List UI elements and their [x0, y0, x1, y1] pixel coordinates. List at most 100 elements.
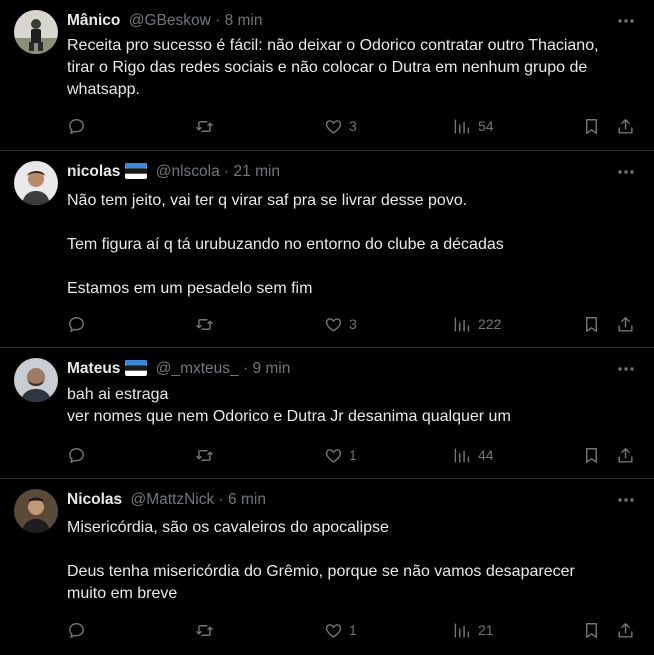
retweet-button[interactable]	[195, 114, 214, 138]
retweet-icon	[196, 120, 213, 132]
avatar[interactable]	[14, 161, 58, 205]
avatar[interactable]	[14, 358, 58, 402]
tweet-actions: 1 44	[60, 443, 642, 467]
timestamp[interactable]: 21 min	[234, 163, 281, 180]
tweet-line: tirar o Rigo das redes sociais e não col…	[67, 59, 588, 76]
tweet[interactable]: Nicolas @MattzNick · 6 min Misericórdia,…	[0, 479, 654, 655]
heart-icon	[325, 119, 342, 134]
views-button[interactable]: 54	[453, 114, 494, 138]
like-count: 3	[349, 316, 357, 332]
display-name[interactable]: Mânico	[67, 12, 120, 29]
tweet-text: Misericórdia, são os cavaleiros do apoca…	[67, 517, 640, 605]
bookmark-icon	[586, 447, 597, 463]
separator-dot: ·	[218, 491, 224, 508]
reply-icon	[69, 447, 84, 463]
tweet-line: Tem figura aí q tá urubuzando no entorno…	[67, 236, 504, 253]
views-button[interactable]: 222	[453, 312, 501, 336]
share-button[interactable]	[616, 312, 635, 336]
bookmark-button[interactable]	[582, 443, 601, 467]
bookmark-button[interactable]	[582, 312, 601, 336]
heart-icon	[325, 317, 342, 332]
tweet-line: Receita pro sucesso é fácil: não deixar …	[67, 37, 599, 54]
more-icon[interactable]	[616, 162, 636, 182]
reply-button[interactable]	[67, 312, 86, 336]
timestamp[interactable]: 6 min	[228, 491, 266, 508]
display-name[interactable]: nicolas	[67, 163, 120, 180]
view-count: 44	[478, 447, 494, 463]
flag-icon	[125, 163, 148, 185]
share-button[interactable]	[616, 443, 635, 467]
share-button[interactable]	[616, 114, 635, 138]
tweet-feed: Mânico @GBeskow · 8 min Receita pro suce…	[0, 0, 654, 655]
like-count: 1	[349, 622, 357, 638]
tweet-header: Nicolas @MattzNick · 6 min	[67, 490, 594, 510]
more-icon[interactable]	[616, 11, 636, 31]
bookmark-icon	[586, 316, 597, 332]
timestamp[interactable]: 9 min	[252, 360, 290, 377]
views-button[interactable]: 44	[453, 443, 494, 467]
user-handle[interactable]: @MattzNick	[130, 491, 214, 508]
timestamp[interactable]: 8 min	[225, 12, 263, 29]
retweet-icon	[196, 449, 213, 461]
tweet[interactable]: nicolas @nlscola · 21 min Não tem jeito,…	[0, 151, 654, 348]
separator-dot: ·	[242, 360, 249, 377]
retweet-icon	[196, 624, 213, 636]
views-icon	[454, 118, 470, 134]
retweet-icon	[196, 318, 213, 330]
tweet-line: Deus tenha misericórdia do Grêmio, porqu…	[67, 563, 575, 580]
tweet-actions: 3 222	[60, 312, 642, 336]
tweet-line: bah ai estraga	[67, 386, 169, 403]
tweet-text: Receita pro sucesso é fácil: não deixar …	[67, 35, 640, 101]
display-name[interactable]: Mateus	[67, 360, 120, 377]
user-handle[interactable]: @_mxteus_	[156, 360, 239, 377]
retweet-button[interactable]	[195, 443, 214, 467]
tweet-header: nicolas @nlscola · 21 min	[67, 162, 594, 182]
reply-button[interactable]	[67, 443, 86, 467]
reply-button[interactable]	[67, 618, 86, 642]
tweet[interactable]: Mateus @_mxteus_ · 9 min bah ai estraga …	[0, 348, 654, 479]
tweet-header: Mateus @_mxteus_ · 9 min	[67, 359, 594, 379]
bookmark-icon	[586, 118, 597, 134]
more-icon[interactable]	[616, 490, 636, 510]
tweet[interactable]: Mânico @GBeskow · 8 min Receita pro suce…	[0, 0, 654, 151]
share-icon	[618, 622, 633, 638]
bookmark-button[interactable]	[582, 114, 601, 138]
heart-icon	[325, 448, 342, 463]
display-name[interactable]: Nicolas	[67, 491, 122, 508]
share-icon	[618, 447, 633, 463]
like-button[interactable]: 1	[324, 443, 357, 467]
share-icon	[618, 118, 633, 134]
views-button[interactable]: 21	[453, 618, 494, 642]
more-icon[interactable]	[616, 359, 636, 379]
separator-dot: ·	[215, 12, 221, 29]
tweet-actions: 3 54	[60, 114, 642, 138]
like-button[interactable]: 3	[324, 114, 357, 138]
share-button[interactable]	[616, 618, 635, 642]
tweet-line: Não tem jeito, vai ter q virar saf pra s…	[67, 192, 468, 209]
retweet-button[interactable]	[195, 312, 214, 336]
bookmark-button[interactable]	[582, 618, 601, 642]
bookmark-icon	[586, 622, 597, 638]
reply-icon	[69, 316, 84, 332]
view-count: 21	[478, 622, 494, 638]
user-handle[interactable]: @nlscola	[156, 163, 220, 180]
avatar[interactable]	[14, 10, 58, 54]
like-count: 3	[349, 118, 357, 134]
tweet-line: muito em breve	[67, 585, 178, 602]
views-icon	[454, 447, 470, 463]
reply-button[interactable]	[67, 114, 86, 138]
tweet-actions: 1 21	[60, 618, 642, 642]
avatar[interactable]	[14, 489, 58, 533]
view-count: 54	[478, 118, 494, 134]
tweet-text: Não tem jeito, vai ter q virar saf pra s…	[67, 190, 640, 300]
flag-icon	[125, 360, 148, 382]
view-count: 222	[478, 316, 502, 332]
like-button[interactable]: 1	[324, 618, 357, 642]
reply-icon	[69, 118, 84, 134]
views-icon	[454, 316, 470, 332]
user-handle[interactable]: @GBeskow	[129, 12, 211, 29]
like-button[interactable]: 3	[324, 312, 357, 336]
tweet-line: ver nomes que nem Odorico e Dutra Jr des…	[67, 408, 511, 425]
retweet-button[interactable]	[195, 618, 214, 642]
tweet-line: Misericórdia, são os cavaleiros do apoca…	[67, 519, 389, 536]
